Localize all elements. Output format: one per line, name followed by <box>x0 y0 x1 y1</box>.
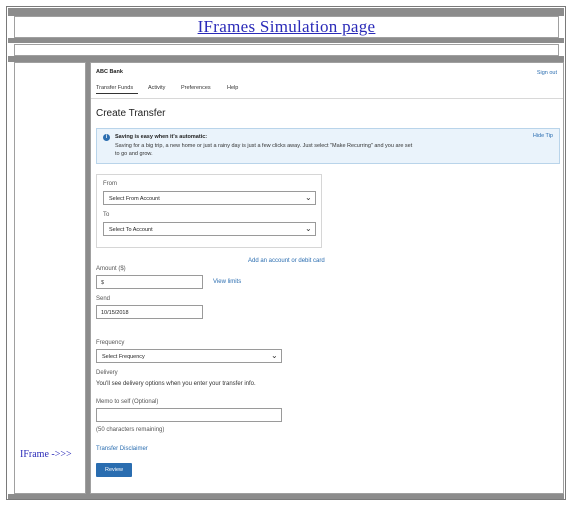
nav-divider <box>91 98 563 99</box>
send-label: Send <box>96 296 111 302</box>
tab-preferences[interactable]: Preferences <box>181 85 211 91</box>
bottom-gray-bar <box>8 494 564 499</box>
tab-transfer-funds[interactable]: Transfer Funds <box>96 85 133 91</box>
active-tab-underline <box>96 93 138 94</box>
to-label: To <box>103 212 110 218</box>
tip-body: Saving for a big trip, a new home or jus… <box>115 143 413 157</box>
delivery-text: You'll see delivery options when you ent… <box>96 381 256 387</box>
frequency-value: Select Frequency <box>102 353 145 360</box>
amount-label: Amount ($) <box>96 266 126 272</box>
transfer-disclaimer-link[interactable]: Transfer Disclaimer <box>96 446 148 452</box>
send-date-input[interactable]: 10/15/2018 <box>96 305 203 319</box>
to-account-value: Select To Account <box>109 226 153 233</box>
account-group-box: From Select From Account ⌄ To Select To … <box>96 174 322 248</box>
page-title-link[interactable]: IFrames Simulation page <box>198 17 376 36</box>
tab-help[interactable]: Help <box>227 85 238 91</box>
review-button[interactable]: Review <box>96 463 132 477</box>
title-band: IFrames Simulation page <box>14 16 559 38</box>
from-account-select[interactable]: Select From Account ⌄ <box>103 191 316 205</box>
tab-activity[interactable]: Activity <box>148 85 165 91</box>
info-icon: i <box>103 134 110 141</box>
tip-box: i Saving is easy when it's automatic: Sa… <box>96 128 560 164</box>
empty-band <box>14 44 559 56</box>
hide-tip-link[interactable]: Hide Tip <box>533 133 553 139</box>
bank-name: ABC Bank <box>96 69 123 75</box>
left-column <box>14 62 86 494</box>
chevron-down-icon: ⌄ <box>305 193 312 202</box>
from-account-value: Select From Account <box>109 195 160 202</box>
to-account-select[interactable]: Select To Account ⌄ <box>103 222 316 236</box>
amount-value: $ <box>101 279 105 286</box>
frequency-label: Frequency <box>96 340 125 346</box>
amount-input[interactable]: $ <box>96 275 203 289</box>
sign-out-link[interactable]: Sign out <box>537 70 557 76</box>
send-date-value: 10/15/2018 <box>101 309 129 316</box>
memo-label: Memo to self (Optional) <box>96 399 159 405</box>
frequency-select[interactable]: Select Frequency ⌄ <box>96 349 282 363</box>
memo-input[interactable] <box>96 408 282 422</box>
from-label: From <box>103 181 117 187</box>
view-limits-link[interactable]: View limits <box>213 279 241 285</box>
top-gray-bar <box>8 8 564 16</box>
iframe-content: ABC Bank Sign out Transfer Funds Activit… <box>90 62 564 494</box>
tip-heading: Saving is easy when it's automatic: <box>115 134 208 140</box>
add-account-link[interactable]: Add an account or debit card <box>248 258 325 264</box>
iframe-label: IFrame ->>> <box>20 449 72 460</box>
chevron-down-icon: ⌄ <box>271 351 278 360</box>
create-transfer-heading: Create Transfer <box>96 108 166 119</box>
gray-divider-1 <box>8 38 564 43</box>
memo-characters-remaining: (50 characters remaining) <box>96 427 165 433</box>
delivery-label: Delivery <box>96 370 118 376</box>
chevron-down-icon: ⌄ <box>305 224 312 233</box>
